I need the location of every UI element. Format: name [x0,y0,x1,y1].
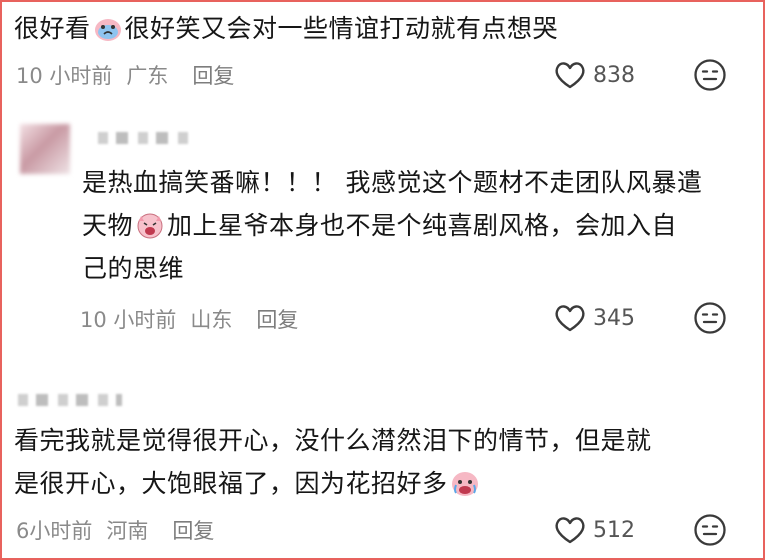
comment-text: 很好看 很好笑又会对一些情谊打动就有点想哭 [14,14,559,43]
comment-time: 10 小时前 [80,308,177,332]
comment-location: 广东 [126,64,169,88]
sticker-face-icon[interactable] [693,301,727,335]
crying-face-emoji [94,19,121,41]
comment-meta: 10 小时前 广东 回复 [16,60,234,90]
heart-outline-icon [555,62,585,89]
reply-button[interactable]: 回复 [192,60,234,90]
comment-list: 很好看 很好笑又会对一些情谊打动就有点想哭 10 小时前 广东 回复 838 是热… [0,0,765,560]
like-count: 512 [593,517,635,543]
heart-outline-icon [555,517,585,544]
comment-meta: 6小时前 河南 回复 [16,515,214,545]
reply-button[interactable]: 回复 [172,515,214,545]
comment-text: 看完我就是觉得很开心，没什么潸然泪下的情节，但是就 [14,426,652,455]
comment-time: 10 小时前 [16,64,113,88]
comment-text: 是热血搞笑番嘛！！！ 我感觉这个题材不走团队风暴遣 [82,168,703,197]
reply-button[interactable]: 回复 [256,304,298,334]
heart-outline-icon [555,305,585,332]
sticker-face-icon[interactable] [693,513,727,547]
like-count: 838 [593,62,635,88]
comment-location: 山东 [190,308,233,332]
laughing-pig-emoji [137,213,163,239]
username-redacted [18,394,122,406]
comment-text: 己的思维 [82,254,185,283]
username-redacted [98,132,190,144]
comment-meta: 10 小时前 山东 回复 [80,304,298,334]
like-button[interactable]: 512 [553,515,635,545]
comment-time: 6小时前 [16,519,93,543]
like-button[interactable]: 838 [553,60,635,90]
like-count: 345 [593,305,635,331]
comment-text: 天物 加上星爷本身也不是个纯喜剧风格，会加入自 [82,211,678,240]
sticker-face-icon[interactable] [693,58,727,92]
comment-location: 河南 [106,519,149,543]
avatar[interactable] [20,124,70,174]
like-button[interactable]: 345 [553,303,635,333]
crying-face-emoji [451,472,478,496]
comment-text: 是很开心，大饱眼福了，因为花招好多 [14,463,482,505]
